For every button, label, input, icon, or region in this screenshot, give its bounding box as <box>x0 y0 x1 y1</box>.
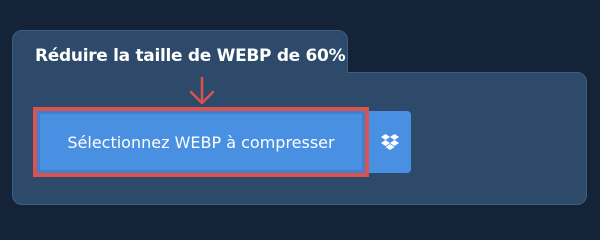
select-file-button-label[interactable]: Sélectionnez WEBP à compresser <box>40 114 362 170</box>
arrow-down-icon <box>189 76 215 105</box>
dropbox-button[interactable] <box>369 111 411 173</box>
panel-title: Réduire la taille de WEBP de 60% <box>35 46 346 66</box>
dropbox-icon <box>381 133 399 150</box>
tab-joint <box>13 68 347 76</box>
select-file-button[interactable]: Sélectionnez WEBP à compresser <box>33 107 369 177</box>
